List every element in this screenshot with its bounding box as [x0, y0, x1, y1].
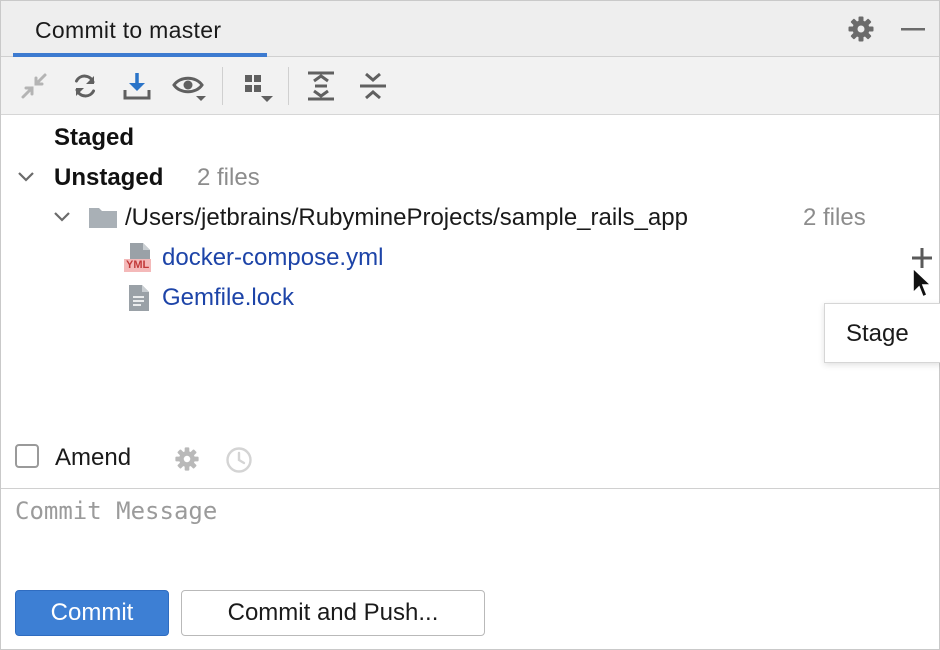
stage-plus-icon[interactable] [911, 247, 933, 269]
tab-commit-label: Commit to master [35, 17, 221, 44]
amend-label[interactable]: Amend [55, 444, 131, 472]
commit-options-gear-icon[interactable] [174, 446, 200, 472]
collapse-all-icon[interactable] [356, 69, 390, 103]
folder-count: 2 files [803, 204, 866, 232]
folder-icon [89, 206, 117, 228]
minimize-icon[interactable] [899, 15, 927, 43]
gear-icon[interactable] [847, 15, 875, 43]
update-icon[interactable] [120, 69, 154, 103]
file-gemfile-lock[interactable]: Gemfile.lock [162, 284, 294, 312]
file-docker-compose[interactable]: docker-compose.yml [162, 244, 383, 272]
commit-history-clock-icon[interactable] [225, 446, 253, 474]
commit-tool-window: Commit to master [0, 0, 940, 650]
refresh-icon[interactable] [68, 69, 102, 103]
commit-message-area [1, 488, 939, 582]
rollback-icon[interactable] [17, 69, 51, 103]
commit-and-push-button[interactable]: Commit and Push... [181, 590, 485, 636]
yml-badge: YML [124, 259, 151, 272]
toolbar-separator [288, 67, 289, 105]
unstaged-count: 2 files [197, 164, 260, 192]
commit-message-input[interactable] [15, 497, 915, 567]
yml-file-icon: YML [124, 243, 156, 273]
mouse-cursor-icon [912, 267, 936, 303]
unstaged-node[interactable]: Unstaged [54, 164, 163, 192]
chevron-down-icon[interactable] [52, 207, 72, 227]
stage-tooltip-text: Stage [846, 320, 909, 348]
stage-tooltip: Stage [824, 303, 940, 363]
group-by-icon[interactable] [241, 69, 275, 103]
amend-row: Amend [1, 435, 939, 487]
text-file-icon [129, 285, 149, 311]
toolbar-separator [222, 67, 223, 105]
chevron-down-icon[interactable] [16, 167, 36, 187]
commit-toolbar [1, 57, 939, 115]
amend-checkbox[interactable] [15, 444, 39, 468]
tool-window-header: Commit to master [1, 1, 939, 57]
expand-all-icon[interactable] [304, 69, 338, 103]
commit-button[interactable]: Commit [15, 590, 169, 636]
tab-commit[interactable]: Commit to master [13, 1, 267, 56]
show-diff-icon[interactable] [172, 69, 206, 103]
staged-node[interactable]: Staged [54, 124, 134, 152]
folder-path[interactable]: /Users/jetbrains/RubymineProjects/sample… [125, 204, 688, 232]
changes-tree: Staged Unstaged 2 files /Users/jetbrains… [1, 115, 939, 435]
